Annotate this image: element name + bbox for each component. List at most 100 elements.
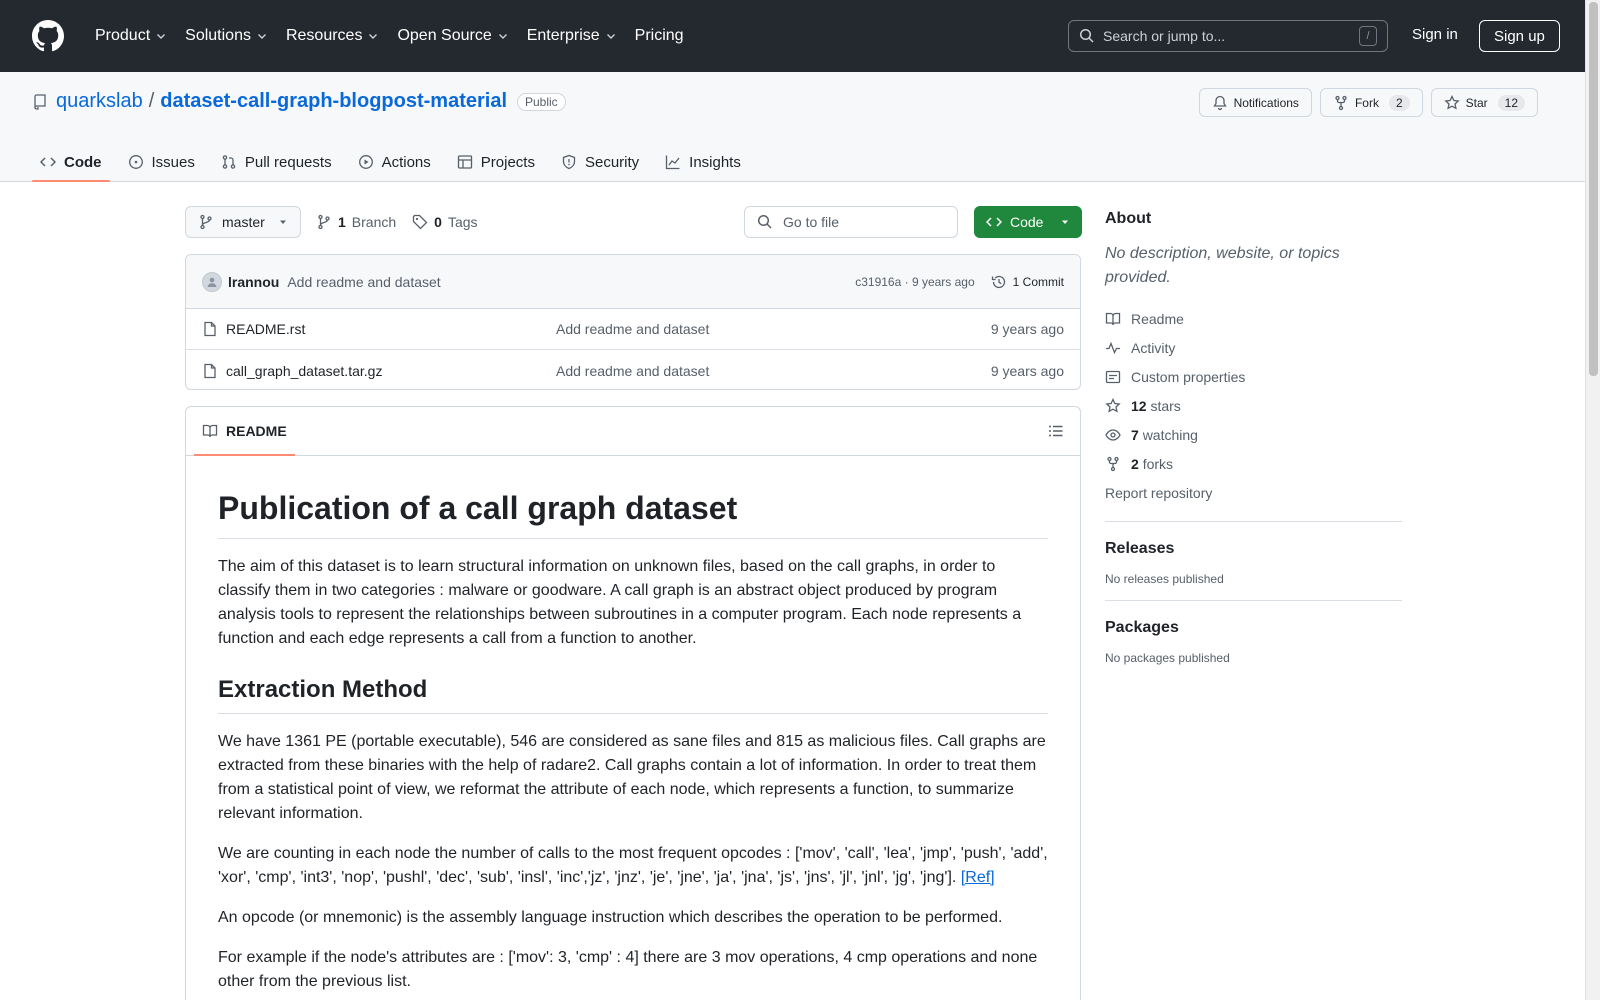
branch-selector[interactable]: master xyxy=(185,206,301,238)
file-name[interactable]: README.rst xyxy=(226,321,556,337)
sidebar-item-watching[interactable]: 7 watching xyxy=(1105,420,1402,449)
go-to-file-placeholder: Go to file xyxy=(783,214,840,230)
sign-in-link[interactable]: Sign in xyxy=(1412,26,1458,43)
star-label: Star xyxy=(1465,95,1488,110)
commit-history-link[interactable]: 1 Commit xyxy=(991,274,1064,290)
branch-icon xyxy=(318,214,330,230)
readme-paragraph: The aim of this dataset is to learn stru… xyxy=(218,558,1022,647)
notifications-button[interactable]: Notifications xyxy=(1198,88,1312,117)
readme-tab[interactable]: README xyxy=(194,407,295,456)
commit-message[interactable]: Add readme and dataset xyxy=(287,274,440,290)
chevron-down-icon xyxy=(498,34,507,39)
search-icon xyxy=(1079,28,1094,43)
tab-code[interactable]: Code xyxy=(32,142,110,182)
releases-title[interactable]: Releases xyxy=(1105,540,1402,558)
repo-header: quarkslab / dataset-call-graph-blogpost-… xyxy=(0,72,1585,182)
commit-author[interactable]: lrannou xyxy=(228,274,279,290)
nav-open-source[interactable]: Open Source xyxy=(388,20,517,52)
outline-button[interactable] xyxy=(1048,423,1064,439)
fork-count: 2 xyxy=(1388,94,1410,111)
commit-hash-time[interactable]: c31916a · 9 years ago xyxy=(855,275,974,289)
commit-meta: c31916a · 9 years ago 1 Commit xyxy=(855,274,1064,290)
readme-subheading: Extraction Method xyxy=(218,675,1048,714)
branch-name: master xyxy=(222,214,265,230)
play-icon xyxy=(358,155,373,169)
packages-empty: No packages published xyxy=(1105,651,1230,665)
sidebar-item-custom-properties[interactable]: Custom properties xyxy=(1105,362,1402,391)
star-button[interactable]: Star 12 xyxy=(1430,88,1538,117)
file-row[interactable]: README.rst Add readme and dataset 9 year… xyxy=(186,309,1080,350)
file-commit-message[interactable]: Add readme and dataset xyxy=(556,321,991,337)
fork-icon xyxy=(1107,456,1119,471)
sidebar-item-readme[interactable]: Readme xyxy=(1105,304,1402,333)
packages-title[interactable]: Packages xyxy=(1105,619,1402,637)
page-scrollbar[interactable] xyxy=(1585,0,1600,1000)
note-icon xyxy=(1105,370,1121,383)
commit-count: 1 Commit xyxy=(1012,274,1064,289)
chevron-down-icon xyxy=(369,34,378,39)
branch-icon xyxy=(200,214,212,230)
file-commit-message[interactable]: Add readme and dataset xyxy=(556,363,991,379)
report-repository-link[interactable]: Report repository xyxy=(1105,478,1402,507)
pulse-icon xyxy=(1106,341,1120,354)
readme-heading: Publication of a call graph dataset xyxy=(218,488,1048,539)
branch-count-label: Branch xyxy=(351,214,397,230)
nav-resources[interactable]: Resources xyxy=(277,20,388,52)
branch-count: 1 xyxy=(338,214,346,230)
nav-enterprise[interactable]: Enterprise xyxy=(518,20,626,52)
repo-name-link[interactable]: dataset-call-graph-blogpost-material xyxy=(160,90,507,113)
scrollbar-thumb[interactable] xyxy=(1589,2,1598,376)
global-header: Product Solutions Resources Open Source … xyxy=(0,0,1585,72)
go-to-file-input[interactable]: Go to file xyxy=(744,206,958,238)
opcode-list-text: We are counting in each node the number … xyxy=(218,845,1048,886)
readme-paragraph: For example if the node's attributes are… xyxy=(218,949,1038,990)
divider xyxy=(1105,521,1402,522)
sidebar-item-forks[interactable]: 2 forks xyxy=(1105,449,1402,478)
nav-pricing[interactable]: Pricing xyxy=(626,20,693,52)
reference-link[interactable]: [Ref] xyxy=(961,869,995,886)
visibility-badge: Public xyxy=(517,92,566,111)
code-dropdown-button[interactable]: Code xyxy=(974,206,1082,238)
issue-icon xyxy=(128,155,143,169)
file-name[interactable]: call_graph_dataset.tar.gz xyxy=(226,363,556,379)
about-title: About xyxy=(1105,210,1152,227)
branch-tag-info: 1 Branch 0 Tags xyxy=(316,214,478,230)
search-input[interactable]: Search or jump to... / xyxy=(1068,20,1388,52)
tab-actions[interactable]: Actions xyxy=(350,142,439,182)
caret-down-icon xyxy=(280,220,286,224)
github-logo-icon[interactable] xyxy=(32,20,64,52)
readme-panel: README Publication of a call graph datas… xyxy=(185,406,1081,1000)
chevron-down-icon xyxy=(606,34,615,39)
tab-projects[interactable]: Projects xyxy=(449,142,543,182)
repo-title: quarkslab / dataset-call-graph-blogpost-… xyxy=(32,90,566,113)
avatar[interactable] xyxy=(202,271,222,292)
shield-icon xyxy=(562,154,576,170)
tab-issues[interactable]: Issues xyxy=(120,142,203,182)
notifications-label: Notifications xyxy=(1233,95,1299,110)
list-icon xyxy=(1049,425,1063,437)
tab-insights[interactable]: Insights xyxy=(657,142,749,182)
tab-security[interactable]: Security xyxy=(553,142,647,182)
pull-request-icon xyxy=(222,155,236,169)
sign-up-button[interactable]: Sign up xyxy=(1479,20,1560,52)
file-date: 9 years ago xyxy=(990,321,1064,337)
nav-solutions[interactable]: Solutions xyxy=(176,20,277,52)
bell-icon xyxy=(1212,95,1227,110)
repo-actions: Notifications Fork 2 Star 12 xyxy=(1198,88,1538,117)
file-row[interactable]: call_graph_dataset.tar.gz Add readme and… xyxy=(186,350,1080,389)
tags-link[interactable]: 0 Tags xyxy=(412,214,478,230)
sidebar-item-stars[interactable]: 12 stars xyxy=(1105,391,1402,420)
branches-link[interactable]: 1 Branch xyxy=(316,214,396,230)
tab-pull-requests[interactable]: Pull requests xyxy=(213,142,340,182)
nav-product[interactable]: Product xyxy=(86,20,176,52)
star-icon xyxy=(1105,397,1121,413)
latest-commit: lrannou Add readme and dataset c31916a ·… xyxy=(186,255,1080,309)
divider xyxy=(1105,600,1402,601)
repo-owner-link[interactable]: quarkslab xyxy=(56,90,143,113)
sidebar-item-activity[interactable]: Activity xyxy=(1105,333,1402,362)
star-icon xyxy=(1443,94,1460,110)
fork-button[interactable]: Fork 2 xyxy=(1319,88,1423,117)
about-description: No description, website, or topics provi… xyxy=(1105,245,1340,286)
table-icon xyxy=(457,155,472,169)
tag-icon xyxy=(413,214,428,230)
